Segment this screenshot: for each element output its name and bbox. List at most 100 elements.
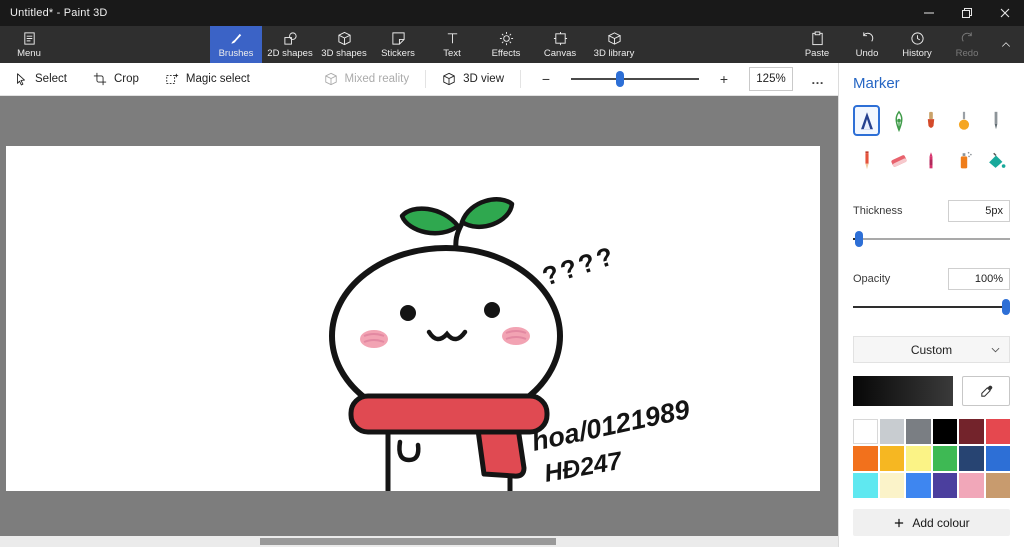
zoom-level[interactable]: 125%: [749, 67, 793, 91]
add-colour-label: Add colour: [912, 515, 970, 530]
brush-crayon[interactable]: [918, 145, 945, 176]
palette-colour[interactable]: [879, 419, 904, 444]
2d-shapes-icon: [283, 31, 297, 45]
tab-canvas[interactable]: Canvas: [534, 26, 586, 63]
scarf-tail: [475, 425, 527, 479]
3d-shapes-icon: [337, 31, 351, 45]
tab-effects[interactable]: Effects: [480, 26, 532, 63]
thickness-slider-thumb[interactable]: [855, 231, 863, 247]
brush-eraser[interactable]: [885, 145, 912, 176]
zoom-in-button[interactable]: +: [715, 71, 733, 87]
stickers-icon: [391, 31, 405, 45]
tab-label: Stickers: [381, 47, 415, 59]
palette-colour[interactable]: [879, 446, 904, 471]
tab-stickers[interactable]: Stickers: [372, 26, 424, 63]
palette-colour[interactable]: [879, 473, 904, 498]
zoom-slider-thumb[interactable]: [615, 71, 624, 87]
select-tool[interactable]: Select: [14, 72, 67, 86]
scarf-band: [348, 393, 550, 435]
opacity-slider[interactable]: [853, 299, 1010, 315]
eye-right: [484, 302, 500, 318]
brush-pixel-pen[interactable]: [983, 105, 1010, 136]
palette-colour[interactable]: [853, 446, 878, 471]
tab-2d-shapes[interactable]: 2D shapes: [264, 26, 316, 63]
thickness-label: Thickness: [853, 205, 903, 217]
sprout-leaf-left: [399, 206, 461, 236]
palette-colour[interactable]: [853, 419, 878, 444]
action-label: Paste: [804, 47, 830, 59]
tab-label: Effects: [491, 47, 521, 59]
tab-3d-shapes[interactable]: 3D shapes: [318, 26, 370, 63]
palette-colour[interactable]: [932, 446, 957, 471]
paint3d-window: Untitled* - Paint 3D Menu Brushes 2D sha…: [0, 0, 1024, 547]
3d-view-button[interactable]: 3D view: [442, 72, 504, 86]
eyedropper-button[interactable]: [962, 376, 1010, 406]
tab-label: Text: [443, 47, 461, 59]
add-colour-button[interactable]: Add colour: [853, 509, 1010, 536]
palette-colour[interactable]: [853, 473, 878, 498]
history-button[interactable]: History: [892, 26, 942, 63]
brush-spray-can[interactable]: [950, 145, 977, 176]
palette-colour[interactable]: [959, 419, 984, 444]
redo-button[interactable]: Redo: [942, 26, 992, 63]
thickness-slider[interactable]: [853, 231, 1010, 247]
calligraphy-pen-icon: [895, 110, 903, 132]
history-icon: [910, 31, 924, 45]
effects-icon: [499, 31, 513, 45]
tab-text[interactable]: Text: [426, 26, 478, 63]
opacity-input[interactable]: 100%: [948, 268, 1010, 290]
palette-colour[interactable]: [959, 473, 984, 498]
zoom-out-button[interactable]: −: [537, 71, 555, 87]
restore-button[interactable]: [948, 0, 986, 26]
tab-3d-library[interactable]: 3D library: [588, 26, 640, 63]
action-label: History: [902, 47, 932, 59]
drawing-canvas[interactable]: ???? hoa/0121989 HĐ247: [6, 146, 820, 491]
palette-colour[interactable]: [959, 446, 984, 471]
mixed-reality-button[interactable]: Mixed reality: [324, 72, 409, 86]
brush-grid: [853, 105, 1010, 176]
palette-colour[interactable]: [985, 473, 1010, 498]
3d-library-icon: [607, 31, 621, 45]
brush-oil-brush[interactable]: [918, 105, 945, 136]
current-colour-swatch: [853, 376, 953, 406]
redo-icon: [961, 31, 972, 42]
brush-watercolour[interactable]: [950, 105, 977, 136]
minimize-icon: [924, 12, 934, 14]
horizontal-scrollbar-thumb[interactable]: [260, 538, 556, 545]
restore-icon: [962, 8, 972, 18]
brush-calligraphy-pen[interactable]: [885, 105, 912, 136]
3d-view-icon: [443, 72, 455, 86]
crop-label: Crop: [113, 73, 139, 85]
menu-button[interactable]: Menu: [0, 26, 58, 63]
palette-colour[interactable]: [906, 446, 931, 471]
palette-colour[interactable]: [985, 446, 1010, 471]
colour-mode-dropdown[interactable]: Custom: [853, 336, 1010, 363]
opacity-label: Opacity: [853, 273, 891, 285]
palette-colour[interactable]: [906, 419, 931, 444]
brush-pencil[interactable]: [853, 145, 880, 176]
horizontal-scrollbar[interactable]: [0, 536, 838, 547]
collapse-ribbon-button[interactable]: [992, 26, 1020, 63]
close-button[interactable]: [986, 0, 1024, 26]
tab-label: 2D shapes: [267, 47, 313, 59]
palette-colour[interactable]: [906, 473, 931, 498]
crop-tool[interactable]: Crop: [93, 72, 139, 86]
palette-colour[interactable]: [932, 419, 957, 444]
more-options-button[interactable]: …: [809, 72, 826, 87]
paste-button[interactable]: Paste: [792, 26, 842, 63]
thickness-input[interactable]: 5px: [948, 200, 1010, 222]
brush-marker[interactable]: [853, 105, 881, 136]
brush-fill[interactable]: [983, 145, 1010, 176]
undo-button[interactable]: Undo: [842, 26, 892, 63]
zoom-slider[interactable]: [571, 71, 699, 87]
tab-brushes[interactable]: Brushes: [210, 26, 262, 63]
magic-select-tool[interactable]: Magic select: [165, 72, 250, 86]
minimize-button[interactable]: [910, 0, 948, 26]
palette-colour[interactable]: [985, 419, 1010, 444]
palette-colour[interactable]: [932, 473, 957, 498]
colour-palette: [853, 419, 1010, 498]
panel-title: Marker: [853, 75, 900, 92]
canvas-drawing: ???? hoa/0121989 HĐ247: [329, 197, 692, 491]
undo-icon: [862, 31, 873, 42]
opacity-slider-thumb[interactable]: [1002, 299, 1010, 315]
